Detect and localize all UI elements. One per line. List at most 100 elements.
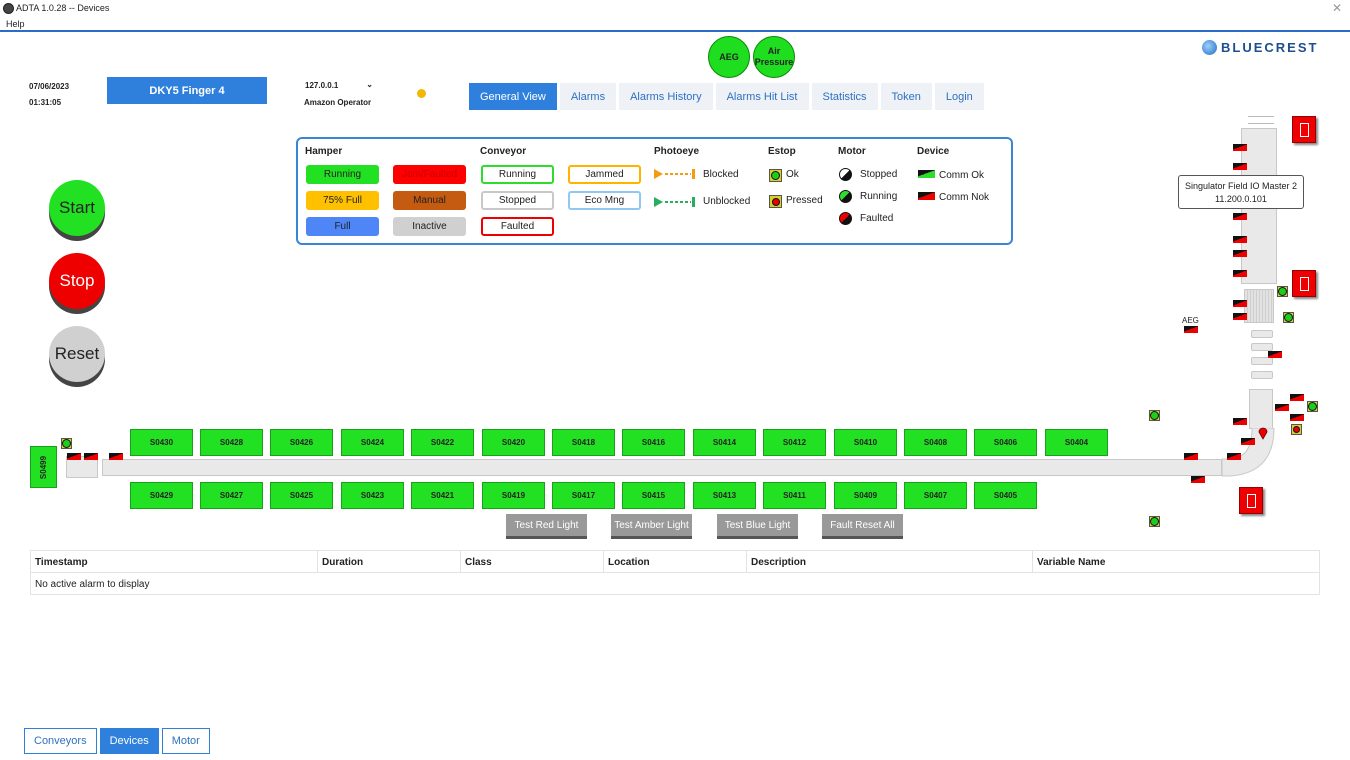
hamper-s0407[interactable]: S0407 [904, 482, 967, 509]
main-conveyor[interactable] [102, 459, 1222, 476]
close-icon[interactable]: ✕ [1332, 1, 1342, 15]
start-button[interactable]: Start [49, 180, 105, 236]
estop-ok-icon[interactable] [1149, 410, 1160, 421]
estop-ok-icon[interactable] [1277, 286, 1288, 297]
estop-ok-icon[interactable] [1307, 401, 1318, 412]
hamper-s0421[interactable]: S0421 [411, 482, 474, 509]
hamper-s0426[interactable]: S0426 [270, 429, 333, 456]
col-variable-name[interactable]: Variable Name [1032, 551, 1320, 573]
estop-ok-icon[interactable] [1149, 516, 1160, 527]
fault-reset-all-button[interactable]: Fault Reset All [822, 514, 903, 536]
tab-token[interactable]: Token [880, 83, 932, 110]
door-icon[interactable] [1239, 487, 1263, 514]
col-timestamp[interactable]: Timestamp [31, 551, 317, 573]
hamper-s0408[interactable]: S0408 [904, 429, 967, 456]
hamper-s0422[interactable]: S0422 [411, 429, 474, 456]
hamper-s0423[interactable]: S0423 [341, 482, 404, 509]
aeg-status-label: AEG [719, 51, 739, 62]
legend-photoeye-title: Photoeye [654, 146, 700, 157]
ip-select-value: 127.0.0.1 [305, 81, 339, 90]
hamper-s0404[interactable]: S0404 [1045, 429, 1108, 456]
legend-panel: Hamper Running Jam/Faulted 75% Full Manu… [296, 137, 1013, 245]
tab-statistics[interactable]: Statistics [811, 83, 878, 110]
app-icon [3, 3, 14, 14]
estop-pressed-icon [769, 195, 782, 208]
hamper-s0428[interactable]: S0428 [200, 429, 263, 456]
hamper-s0429[interactable]: S0429 [130, 482, 193, 509]
device-comm-nok-icon[interactable] [67, 453, 81, 460]
device-comm-nok-icon[interactable] [1227, 453, 1241, 460]
stop-button[interactable]: Stop [49, 253, 105, 309]
hamper-s0416[interactable]: S0416 [622, 429, 685, 456]
estop-ok-icon[interactable] [1283, 312, 1294, 323]
test-red-light-button[interactable]: Test Red Light [506, 514, 587, 536]
hamper-s0424[interactable]: S0424 [341, 429, 404, 456]
hamper-s0419[interactable]: S0419 [482, 482, 545, 509]
estop-ok-icon[interactable] [61, 438, 72, 449]
test-amber-light-button[interactable]: Test Amber Light [611, 514, 692, 536]
device-comm-nok-icon[interactable] [1290, 414, 1304, 421]
device-comm-nok-icon[interactable] [1275, 404, 1289, 411]
hamper-s0414[interactable]: S0414 [693, 429, 756, 456]
spacer-3 [1251, 357, 1273, 365]
tab-alarms[interactable]: Alarms [559, 83, 617, 110]
device-comm-nok-icon[interactable] [1233, 300, 1247, 307]
device-comm-nok-icon[interactable] [109, 453, 123, 460]
hamper-s0417[interactable]: S0417 [552, 482, 615, 509]
door-icon[interactable] [1292, 116, 1316, 143]
merge-conveyor[interactable] [1249, 389, 1273, 429]
col-class[interactable]: Class [460, 551, 603, 573]
device-comm-nok-icon[interactable] [1233, 270, 1247, 277]
reset-button[interactable]: Reset [49, 326, 105, 382]
device-comm-nok-icon[interactable] [1233, 418, 1247, 425]
door-icon[interactable] [1292, 270, 1316, 297]
col-duration[interactable]: Duration [317, 551, 460, 573]
device-comm-nok-icon[interactable] [1290, 394, 1304, 401]
device-comm-nok-icon[interactable] [1184, 326, 1198, 333]
hamper-s0406[interactable]: S0406 [974, 429, 1037, 456]
hamper-s0409[interactable]: S0409 [834, 482, 897, 509]
device-comm-nok-icon[interactable] [1191, 476, 1205, 483]
tab-alarms-history[interactable]: Alarms History [619, 83, 713, 110]
hamper-s0405[interactable]: S0405 [974, 482, 1037, 509]
menu-help[interactable]: Help [6, 19, 25, 29]
device-comm-nok-icon[interactable] [1184, 453, 1198, 460]
hamper-s0430[interactable]: S0430 [130, 429, 193, 456]
hamper-s0412[interactable]: S0412 [763, 429, 826, 456]
hamper-s0425[interactable]: S0425 [270, 482, 333, 509]
hamper-s0418[interactable]: S0418 [552, 429, 615, 456]
hamper-s0411[interactable]: S0411 [763, 482, 826, 509]
singulator-roller[interactable] [1244, 289, 1274, 323]
tab-motor[interactable]: Motor [161, 728, 210, 754]
device-comm-nok-icon[interactable] [84, 453, 98, 460]
hamper-s0415[interactable]: S0415 [622, 482, 685, 509]
tab-general-view[interactable]: General View [469, 83, 557, 110]
legend-device-ok: Comm Ok [939, 170, 984, 181]
device-comm-nok-icon[interactable] [1233, 163, 1247, 170]
device-comm-nok-icon[interactable] [1241, 438, 1255, 445]
device-comm-nok-icon[interactable] [1233, 144, 1247, 151]
hamper-s0413[interactable]: S0413 [693, 482, 756, 509]
tab-alarms-hit-list[interactable]: Alarms Hit List [715, 83, 809, 110]
device-comm-nok-icon[interactable] [1233, 213, 1247, 220]
test-blue-light-button[interactable]: Test Blue Light [717, 514, 798, 536]
hamper-s0410[interactable]: S0410 [834, 429, 897, 456]
col-description[interactable]: Description [746, 551, 1032, 573]
device-comm-nok-icon[interactable] [1233, 236, 1247, 243]
device-comm-nok-icon[interactable] [1268, 351, 1282, 358]
tab-devices[interactable]: Devices [99, 728, 159, 754]
menu-bar: Help [0, 18, 1350, 32]
tab-conveyors[interactable]: Conveyors [24, 728, 97, 754]
col-location[interactable]: Location [603, 551, 746, 573]
hamper-s0420[interactable]: S0420 [482, 429, 545, 456]
hamper-s0427[interactable]: S0427 [200, 482, 263, 509]
device-comm-nok-icon[interactable] [1233, 250, 1247, 257]
device-comm-ok-icon [918, 170, 935, 178]
device-comm-nok-icon [918, 192, 935, 200]
ip-select[interactable]: 127.0.0.1 ⌄ [305, 80, 375, 93]
tab-login[interactable]: Login [934, 83, 984, 110]
device-comm-nok-icon[interactable] [1233, 313, 1247, 320]
hamper-s0499[interactable]: S0499 [30, 446, 57, 488]
legend-conveyor-stopped: Stopped [481, 191, 554, 210]
estop-pressed-icon[interactable] [1291, 424, 1302, 435]
